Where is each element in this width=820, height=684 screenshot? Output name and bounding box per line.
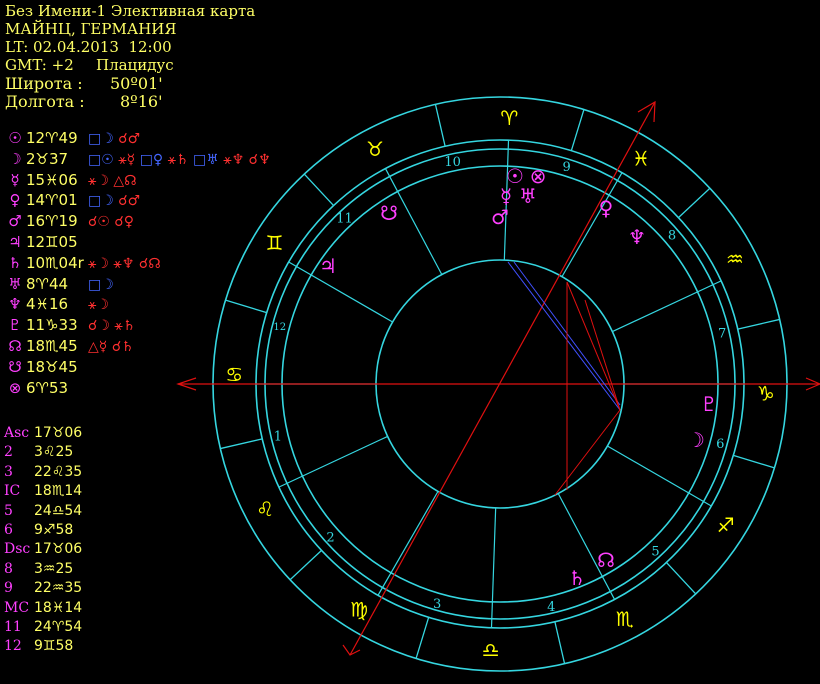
zodiac-sign-icon: ♎ <box>482 638 500 662</box>
zodiac-sign-icon: ♍ <box>350 598 368 622</box>
zodiac-sign-icon: ♉ <box>366 137 384 161</box>
chart-planet-icon: ♇ <box>700 392 718 416</box>
chart-planet-icon: ♆ <box>628 225 646 249</box>
sign-divider <box>289 549 322 581</box>
sign-divider <box>225 299 267 314</box>
chart-planet-icon: ♂ <box>491 205 509 229</box>
sign-divider <box>733 454 775 469</box>
natal-chart-wheel: ♈♉ ♓♒♑♐♏♎♍♌♋♊123 456789101112☉ ⊗☿ ♅♂ ♀♆♃☋♇☽☊♄ <box>176 96 820 672</box>
zodiac-sign-icon: ♌ <box>256 497 274 521</box>
house-cusp-line <box>607 445 712 507</box>
house-number: 4 <box>547 600 555 615</box>
house-number: 8 <box>668 228 676 243</box>
zodiac-sign-icon: ♑ <box>757 381 775 405</box>
house-number: 7 <box>718 327 726 342</box>
sign-divider <box>678 187 711 219</box>
house-number: 10 <box>444 155 461 170</box>
chart-planet-icon: ☽ <box>687 428 705 452</box>
house-number: 9 <box>563 160 571 175</box>
aspect-line <box>507 261 621 411</box>
chart-planet-icon: ♀ <box>599 196 614 220</box>
house-number: 1 <box>274 429 282 444</box>
house-number: 2 <box>326 531 334 546</box>
zodiac-sign-icon: ♒ <box>726 247 744 271</box>
house-cusp-line <box>612 280 722 333</box>
chart-planet-icon: ♄ <box>568 566 586 590</box>
house-cusp-line <box>288 261 393 323</box>
house-number: 3 <box>433 597 441 612</box>
zodiac-sign-icon: ♊ <box>265 231 283 255</box>
chart-planet-icon: ♅ <box>519 184 537 208</box>
sign-divider <box>434 104 446 147</box>
house-number: 12 <box>273 322 286 333</box>
house-cusp-line <box>561 172 623 277</box>
sign-divider <box>737 318 780 330</box>
house-cusp-line <box>377 491 439 596</box>
sign-divider <box>570 109 585 151</box>
mc-arrow-icon <box>637 100 656 123</box>
house-cusp-line <box>490 507 497 628</box>
zodiac-sign-icon: ♓ <box>632 146 650 170</box>
sign-divider <box>665 562 697 595</box>
zodiac-sign-icon: ♋ <box>225 363 243 387</box>
zodiac-sign-icon: ♈ <box>500 106 518 130</box>
chart-planet-icon: ☋ <box>380 201 398 225</box>
house-number: 6 <box>716 437 724 452</box>
sign-divider <box>554 621 566 664</box>
aspect-line <box>554 409 621 496</box>
sign-divider <box>303 173 335 206</box>
house-cusp-line <box>278 435 388 488</box>
sign-divider <box>415 617 430 659</box>
zodiac-sign-icon: ♐ <box>717 513 735 537</box>
aspect-line <box>584 299 621 411</box>
zodiac-sign-icon: ♏ <box>616 607 634 631</box>
house-number: 5 <box>651 545 659 560</box>
chart-planet-icon: ♃ <box>319 254 337 278</box>
sign-divider <box>220 438 263 450</box>
house-number: 11 <box>336 211 353 226</box>
aspect-line <box>566 281 621 411</box>
chart-planet-icon: ☊ <box>597 548 615 572</box>
